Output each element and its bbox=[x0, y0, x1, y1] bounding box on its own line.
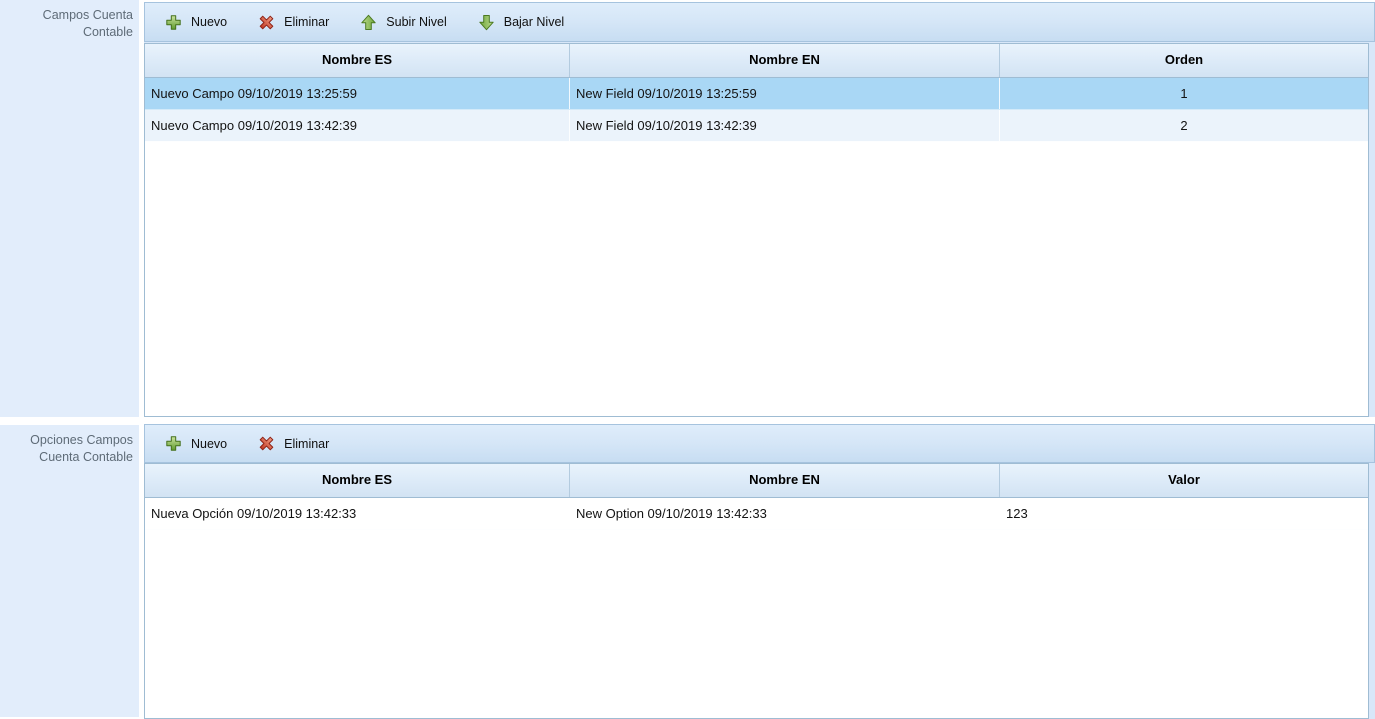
cell-orden: 1 bbox=[1000, 78, 1368, 109]
column-header-nombre-es[interactable]: Nombre ES bbox=[145, 44, 570, 77]
column-header-nombre-es[interactable]: Nombre ES bbox=[145, 464, 570, 497]
column-header-nombre-en[interactable]: Nombre EN bbox=[570, 44, 1000, 77]
opciones-grid: Nombre ES Nombre EN Valor Nueva Opción 0… bbox=[144, 463, 1369, 719]
eliminar-button[interactable]: Eliminar bbox=[254, 433, 333, 454]
column-header-orden[interactable]: Orden bbox=[1000, 44, 1368, 77]
opciones-toolbar: Nuevo Eliminar bbox=[144, 424, 1375, 463]
eliminar-button-label: Eliminar bbox=[284, 437, 329, 451]
move-down-icon bbox=[478, 14, 495, 31]
campos-grid-header: Nombre ES Nombre EN Orden bbox=[145, 44, 1368, 78]
column-header-nombre-en[interactable]: Nombre EN bbox=[570, 464, 1000, 497]
add-icon bbox=[165, 14, 182, 31]
section-label-opciones-campos: Opciones Campos Cuenta Contable bbox=[0, 425, 139, 717]
cell-nombre-en: New Field 09/10/2019 13:25:59 bbox=[570, 78, 1000, 109]
cell-nombre-en: New Option 09/10/2019 13:42:33 bbox=[570, 498, 1000, 529]
subir-nivel-button-label: Subir Nivel bbox=[386, 15, 446, 29]
cell-nombre-es: Nuevo Campo 09/10/2019 13:25:59 bbox=[145, 78, 570, 109]
add-icon bbox=[165, 435, 182, 452]
eliminar-button[interactable]: Eliminar bbox=[254, 12, 333, 33]
cell-orden: 2 bbox=[1000, 110, 1368, 141]
nuevo-button[interactable]: Nuevo bbox=[161, 433, 231, 454]
nuevo-button-label: Nuevo bbox=[191, 437, 227, 451]
table-row[interactable]: Nueva Opción 09/10/2019 13:42:33 New Opt… bbox=[145, 498, 1368, 530]
section-label-campos-cuenta-contable: Campos Cuenta Contable bbox=[0, 0, 139, 417]
campos-toolbar: Nuevo Eliminar bbox=[144, 2, 1375, 42]
delete-icon bbox=[258, 14, 275, 31]
subir-nivel-button[interactable]: Subir Nivel bbox=[356, 12, 450, 33]
cell-nombre-es: Nuevo Campo 09/10/2019 13:42:39 bbox=[145, 110, 570, 141]
opciones-grid-header: Nombre ES Nombre EN Valor bbox=[145, 464, 1368, 498]
bajar-nivel-button-label: Bajar Nivel bbox=[504, 15, 564, 29]
column-header-valor[interactable]: Valor bbox=[1000, 464, 1368, 497]
page: Campos Cuenta Contable Nuevo bbox=[0, 0, 1375, 719]
campos-grid: Nombre ES Nombre EN Orden Nuevo Campo 09… bbox=[144, 43, 1369, 417]
cell-nombre-es: Nueva Opción 09/10/2019 13:42:33 bbox=[145, 498, 570, 529]
cell-nombre-en: New Field 09/10/2019 13:42:39 bbox=[570, 110, 1000, 141]
table-row[interactable]: Nuevo Campo 09/10/2019 13:42:39 New Fiel… bbox=[145, 110, 1368, 142]
bajar-nivel-button[interactable]: Bajar Nivel bbox=[474, 12, 568, 33]
campos-section: Nuevo Eliminar bbox=[144, 2, 1375, 417]
table-row[interactable]: Nuevo Campo 09/10/2019 13:25:59 New Fiel… bbox=[145, 78, 1368, 110]
eliminar-button-label: Eliminar bbox=[284, 15, 329, 29]
delete-icon bbox=[258, 435, 275, 452]
nuevo-button-label: Nuevo bbox=[191, 15, 227, 29]
cell-valor: 123 bbox=[1000, 498, 1368, 529]
nuevo-button[interactable]: Nuevo bbox=[161, 12, 231, 33]
move-up-icon bbox=[360, 14, 377, 31]
opciones-section: Nuevo Eliminar Nombre bbox=[144, 424, 1375, 719]
